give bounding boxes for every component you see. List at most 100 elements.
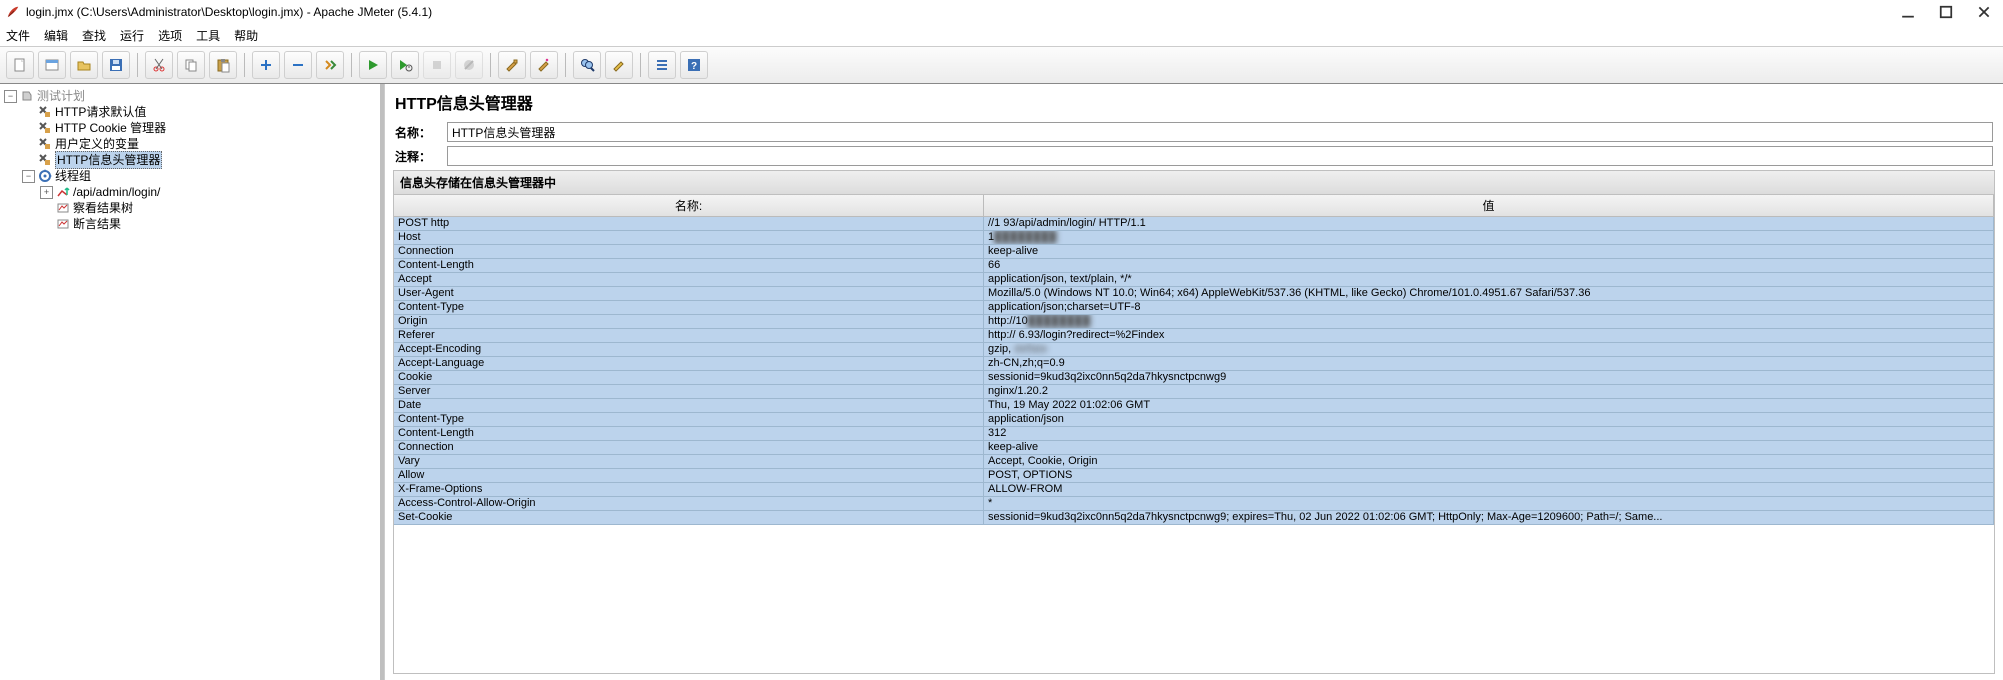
- clear-icon[interactable]: [498, 51, 526, 79]
- tree-node-sampler-login[interactable]: + /api/admin/login/: [36, 184, 380, 200]
- header-value-cell[interactable]: POST, OPTIONS: [984, 469, 1994, 483]
- header-name-cell[interactable]: User-Agent: [394, 287, 984, 301]
- tree-label: 线程组: [55, 168, 91, 184]
- open-icon[interactable]: [70, 51, 98, 79]
- header-value-cell[interactable]: application/json;charset=UTF-8: [984, 301, 1994, 315]
- header-value-cell[interactable]: keep-alive: [984, 441, 1994, 455]
- reset-search-icon[interactable]: [605, 51, 633, 79]
- menu-tools[interactable]: 工具: [196, 27, 220, 44]
- tree-node-user-vars[interactable]: 用户定义的变量: [18, 136, 380, 152]
- stop-icon[interactable]: [423, 51, 451, 79]
- main-split: − 测试计划 HTTP请求默认值 HTTP Cookie 管理器 用户定义的变量…: [0, 84, 2003, 680]
- menu-help[interactable]: 帮助: [234, 27, 258, 44]
- panel-title: HTTP信息头管理器: [385, 84, 2003, 120]
- tree-expand-icon[interactable]: +: [40, 186, 53, 199]
- tree-node-threadgroup[interactable]: − 线程组: [18, 168, 380, 184]
- header-value-cell[interactable]: 312: [984, 427, 1994, 441]
- header-value-cell[interactable]: gzip, deflate: [984, 343, 1994, 357]
- tree-collapse-icon[interactable]: −: [22, 170, 35, 183]
- header-name-cell[interactable]: Content-Type: [394, 301, 984, 315]
- header-name-cell[interactable]: Host: [394, 231, 984, 245]
- shutdown-icon[interactable]: [455, 51, 483, 79]
- header-value-cell[interactable]: 66: [984, 259, 1994, 273]
- header-value-cell[interactable]: nginx/1.20.2: [984, 385, 1994, 399]
- add-icon[interactable]: [252, 51, 280, 79]
- header-name-cell[interactable]: Set-Cookie: [394, 511, 984, 525]
- header-name-cell[interactable]: Server: [394, 385, 984, 399]
- new-file-icon[interactable]: [6, 51, 34, 79]
- name-input[interactable]: [447, 122, 1993, 142]
- headers-table[interactable]: 名称: 值 POST http//1 93/api/admin/login/ H…: [393, 195, 1995, 674]
- tree-node-view-results[interactable]: 察看结果树: [36, 200, 380, 216]
- header-name-cell[interactable]: Accept-Encoding: [394, 343, 984, 357]
- tree-pane[interactable]: − 测试计划 HTTP请求默认值 HTTP Cookie 管理器 用户定义的变量…: [0, 84, 384, 680]
- start-no-timers-icon[interactable]: [391, 51, 419, 79]
- save-icon[interactable]: [102, 51, 130, 79]
- header-value-cell[interactable]: Accept, Cookie, Origin: [984, 455, 1994, 469]
- header-value-cell[interactable]: ALLOW-FROM: [984, 483, 1994, 497]
- tree-node-cookie-manager[interactable]: HTTP Cookie 管理器: [18, 120, 380, 136]
- header-name-cell[interactable]: Allow: [394, 469, 984, 483]
- help-icon[interactable]: ?: [680, 51, 708, 79]
- header-name-cell[interactable]: Connection: [394, 441, 984, 455]
- config-icon: [38, 121, 52, 135]
- header-name-cell[interactable]: Content-Type: [394, 413, 984, 427]
- header-value-cell[interactable]: http:// 6.93/login?redirect=%2Findex: [984, 329, 1994, 343]
- menu-edit[interactable]: 编辑: [44, 27, 68, 44]
- function-helper-icon[interactable]: [648, 51, 676, 79]
- search-icon[interactable]: [573, 51, 601, 79]
- header-name-cell[interactable]: Connection: [394, 245, 984, 259]
- header-name-cell[interactable]: Accept-Language: [394, 357, 984, 371]
- tree-node-http-defaults[interactable]: HTTP请求默认值: [18, 104, 380, 120]
- templates-icon[interactable]: [38, 51, 66, 79]
- toggle-icon[interactable]: [316, 51, 344, 79]
- maximize-button[interactable]: [1939, 5, 1953, 19]
- copy-icon[interactable]: [177, 51, 205, 79]
- tree-node-header-manager[interactable]: HTTP信息头管理器: [18, 152, 380, 168]
- tree-label: HTTP请求默认值: [55, 104, 146, 120]
- menu-search[interactable]: 查找: [82, 27, 106, 44]
- header-name-cell[interactable]: Access-Control-Allow-Origin: [394, 497, 984, 511]
- header-value-cell[interactable]: //1 93/api/admin/login/ HTTP/1.1: [984, 217, 1994, 231]
- header-name-cell[interactable]: Content-Length: [394, 427, 984, 441]
- tree-node-assertion-results[interactable]: 断言结果: [36, 216, 380, 232]
- tree-label: 用户定义的变量: [55, 136, 139, 152]
- tree-node-testplan[interactable]: − 测试计划: [0, 88, 380, 104]
- header-name-cell[interactable]: Cookie: [394, 371, 984, 385]
- close-button[interactable]: [1977, 5, 1991, 19]
- col-header-value[interactable]: 值: [984, 195, 1994, 217]
- header-name-cell[interactable]: X-Frame-Options: [394, 483, 984, 497]
- minimize-button[interactable]: [1901, 5, 1915, 19]
- header-value-cell[interactable]: sessionid=9kud3q2ixc0nn5q2da7hkysnctpcnw…: [984, 371, 1994, 385]
- menu-run[interactable]: 运行: [120, 27, 144, 44]
- menu-options[interactable]: 选项: [158, 27, 182, 44]
- paste-icon[interactable]: [209, 51, 237, 79]
- cut-icon[interactable]: [145, 51, 173, 79]
- menu-file[interactable]: 文件: [6, 27, 30, 44]
- comment-input[interactable]: [447, 146, 1993, 166]
- header-name-cell[interactable]: Content-Length: [394, 259, 984, 273]
- threadgroup-icon: [38, 169, 52, 183]
- remove-icon[interactable]: [284, 51, 312, 79]
- col-header-name[interactable]: 名称:: [394, 195, 984, 217]
- tree-collapse-icon[interactable]: −: [4, 90, 17, 103]
- header-value-cell[interactable]: Thu, 19 May 2022 01:02:06 GMT: [984, 399, 1994, 413]
- header-name-cell[interactable]: Date: [394, 399, 984, 413]
- header-value-cell[interactable]: *: [984, 497, 1994, 511]
- header-name-cell[interactable]: POST http: [394, 217, 984, 231]
- header-name-cell[interactable]: Origin: [394, 315, 984, 329]
- header-value-cell[interactable]: http://10████████: [984, 315, 1994, 329]
- section-header: 信息头存储在信息头管理器中: [393, 170, 1995, 195]
- header-value-cell[interactable]: sessionid=9kud3q2ixc0nn5q2da7hkysnctpcnw…: [984, 511, 1994, 525]
- header-name-cell[interactable]: Vary: [394, 455, 984, 469]
- header-value-cell[interactable]: 1████████: [984, 231, 1994, 245]
- clear-all-icon[interactable]: [530, 51, 558, 79]
- header-name-cell[interactable]: Referer: [394, 329, 984, 343]
- header-value-cell[interactable]: application/json: [984, 413, 1994, 427]
- header-value-cell[interactable]: keep-alive: [984, 245, 1994, 259]
- header-name-cell[interactable]: Accept: [394, 273, 984, 287]
- header-value-cell[interactable]: Mozilla/5.0 (Windows NT 10.0; Win64; x64…: [984, 287, 1994, 301]
- start-icon[interactable]: [359, 51, 387, 79]
- header-value-cell[interactable]: zh-CN,zh;q=0.9: [984, 357, 1994, 371]
- header-value-cell[interactable]: application/json, text/plain, */*: [984, 273, 1994, 287]
